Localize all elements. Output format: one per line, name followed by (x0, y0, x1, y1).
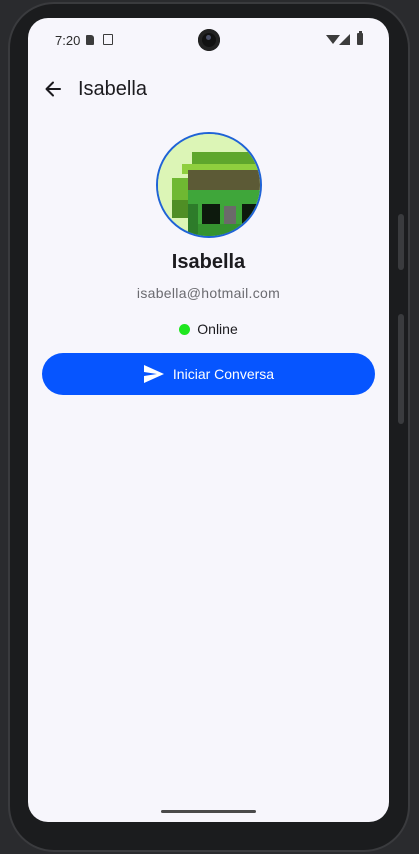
back-button[interactable] (38, 74, 68, 104)
signal-icon (339, 34, 350, 45)
wifi-icon (326, 35, 340, 44)
send-icon (143, 365, 164, 383)
profile-email: isabella@hotmail.com (136, 285, 281, 301)
profile-name: Isabella (171, 251, 246, 273)
top-app-bar: Isabella (28, 68, 389, 112)
volume-button (398, 214, 404, 270)
avatar (156, 132, 262, 238)
status-bar: 7:20 (28, 18, 389, 62)
status-time: 7:20 (55, 33, 81, 48)
start-chat-button[interactable]: Iniciar Conversa (42, 353, 375, 395)
app-screen: 7:20 Isabella Isabella isabella@hotmail.… (28, 18, 389, 822)
online-status: Online (28, 320, 389, 338)
status-dot-icon (179, 323, 191, 335)
arrow-left-icon (45, 81, 61, 97)
page-title: Isabella (78, 78, 147, 100)
start-chat-label: Iniciar Conversa (172, 366, 275, 382)
status-text: Online (197, 321, 238, 337)
pixel-art-avatar (158, 134, 260, 236)
front-camera (198, 29, 220, 51)
power-button (398, 314, 404, 424)
copy-icon (103, 34, 113, 45)
sd-card-icon (86, 35, 94, 45)
battery-icon (357, 31, 363, 45)
gesture-bar[interactable] (161, 810, 256, 813)
